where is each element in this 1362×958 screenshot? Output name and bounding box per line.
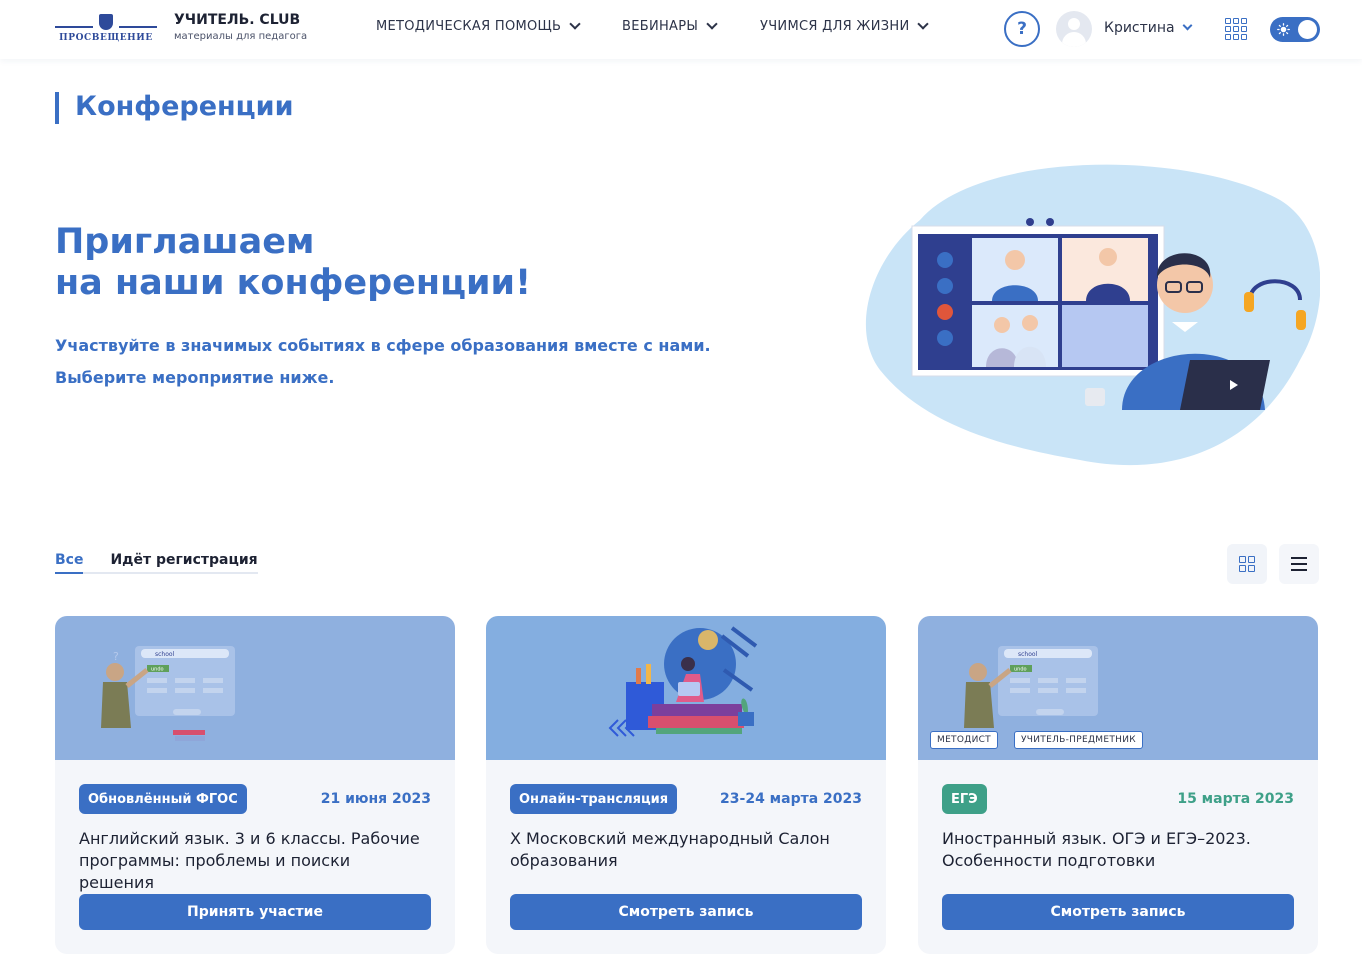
chevron-down-icon: [1182, 20, 1193, 31]
chevron-down-icon: [569, 18, 581, 30]
role-tag: МЕТОДИСТ: [930, 731, 998, 749]
grid-icon: [1239, 556, 1255, 572]
tab-all[interactable]: Все: [55, 552, 84, 574]
sun-icon: [1277, 23, 1290, 36]
category-badge: Обновлённый ФГОС: [79, 784, 247, 814]
logo-line-right: [119, 26, 157, 28]
reading-illustration: [608, 626, 758, 737]
logo-text: ПРОСВЕЩЕНИЕ: [59, 33, 153, 43]
chevron-down-icon: [706, 18, 718, 30]
search-text: school: [1018, 651, 1038, 658]
event-date: 15 марта 2023: [1177, 791, 1294, 807]
brand-subtitle: материалы для педагога: [174, 31, 308, 42]
prosveshchenie-logo[interactable]: ПРОСВЕЩЕНИЕ: [55, 12, 157, 46]
user-menu[interactable]: Кристина: [1104, 20, 1193, 36]
avatar[interactable]: [1056, 11, 1092, 47]
help-button[interactable]: ?: [1004, 11, 1040, 47]
participate-button[interactable]: Принять участие: [79, 894, 431, 930]
card-image: school undo МЕТОДИСТ УЧИТЕЛЬ-ПРЕДМЕТНИК: [918, 616, 1318, 760]
user-name: Кристина: [1104, 20, 1175, 36]
list-view-button[interactable]: [1279, 544, 1319, 584]
logo-line-left: [55, 26, 93, 28]
page-title: Конференции: [55, 92, 294, 124]
event-date: 23-24 марта 2023: [720, 791, 862, 807]
brand-title[interactable]: УЧИТЕЛЬ. CLUB: [174, 12, 300, 28]
screen-word: undo: [151, 667, 164, 673]
grid-view-button[interactable]: [1227, 544, 1267, 584]
search-text: school: [155, 651, 175, 658]
svg-text:?: ?: [113, 650, 119, 663]
category-badge: Онлайн-трансляция: [510, 784, 678, 814]
hero-text-line2: Выберите мероприятие ниже.: [55, 368, 335, 387]
event-date: 21 июня 2023: [320, 791, 431, 807]
role-tag: УЧИТЕЛЬ-ПРЕДМЕТНИК: [1014, 731, 1143, 749]
classroom-illustration: school undo ?: [101, 646, 235, 741]
watch-recording-button[interactable]: Смотреть запись: [942, 894, 1294, 930]
toggle-knob: [1298, 20, 1317, 39]
event-card[interactable]: Онлайн-трансляция 23-24 марта 2023 X Мос…: [486, 616, 886, 954]
nav-label: ВЕБИНАРЫ: [622, 19, 699, 34]
nav-label: МЕТОДИЧЕСКАЯ ПОМОЩЬ: [376, 19, 562, 34]
nav-webinars[interactable]: ВЕБИНАРЫ: [622, 18, 718, 34]
hero-description: Участвуйте в значимых событиях в сфере о…: [55, 330, 711, 394]
logo-shield-icon: [99, 14, 113, 30]
hero-title: Приглашаем на наши конференции!: [55, 222, 531, 304]
screen-word: undo: [1014, 667, 1027, 673]
nav-methodical-help[interactable]: МЕТОДИЧЕСКАЯ ПОМОЩЬ: [376, 18, 581, 34]
nav-label: УЧИМСЯ ДЛЯ ЖИЗНИ: [760, 19, 910, 34]
category-badge: ЕГЭ: [942, 784, 987, 814]
hero-title-line2: на наши конференции!: [55, 263, 532, 303]
hero-text-line1: Участвуйте в значимых событиях в сфере о…: [55, 336, 711, 355]
video-conference-illustration: [866, 164, 1320, 466]
apps-grid-icon[interactable]: [1225, 18, 1247, 40]
event-card[interactable]: school undo МЕТОДИСТ УЧИТЕЛЬ-ПРЕДМЕТНИК …: [918, 616, 1318, 954]
event-card[interactable]: school undo ? Обновлённый ФГОС 21 июня 2…: [55, 616, 455, 954]
avatar-body: [1062, 32, 1086, 47]
list-icon: [1291, 553, 1307, 575]
filter-tabs: Все Идёт регистрация: [55, 552, 258, 574]
site-header: ПРОСВЕЩЕНИЕ УЧИТЕЛЬ. CLUB материалы для …: [0, 0, 1362, 59]
event-title[interactable]: Английский язык. 3 и 6 классы. Рабочие п…: [79, 828, 429, 894]
nav-learning-for-life[interactable]: УЧИМСЯ ДЛЯ ЖИЗНИ: [760, 18, 930, 34]
avatar-head: [1068, 18, 1080, 30]
card-image: [486, 616, 886, 760]
watch-recording-button[interactable]: Смотреть запись: [510, 894, 862, 930]
event-title[interactable]: X Московский международный Салон образов…: [510, 828, 860, 872]
theme-toggle[interactable]: [1270, 17, 1320, 42]
event-title[interactable]: Иностранный язык. ОГЭ и ЕГЭ–2023. Особен…: [942, 828, 1292, 872]
chevron-down-icon: [917, 18, 930, 30]
card-image: school undo ?: [55, 616, 455, 760]
hero-title-line1: Приглашаем: [55, 222, 315, 262]
tab-registration-open[interactable]: Идёт регистрация: [110, 552, 257, 572]
